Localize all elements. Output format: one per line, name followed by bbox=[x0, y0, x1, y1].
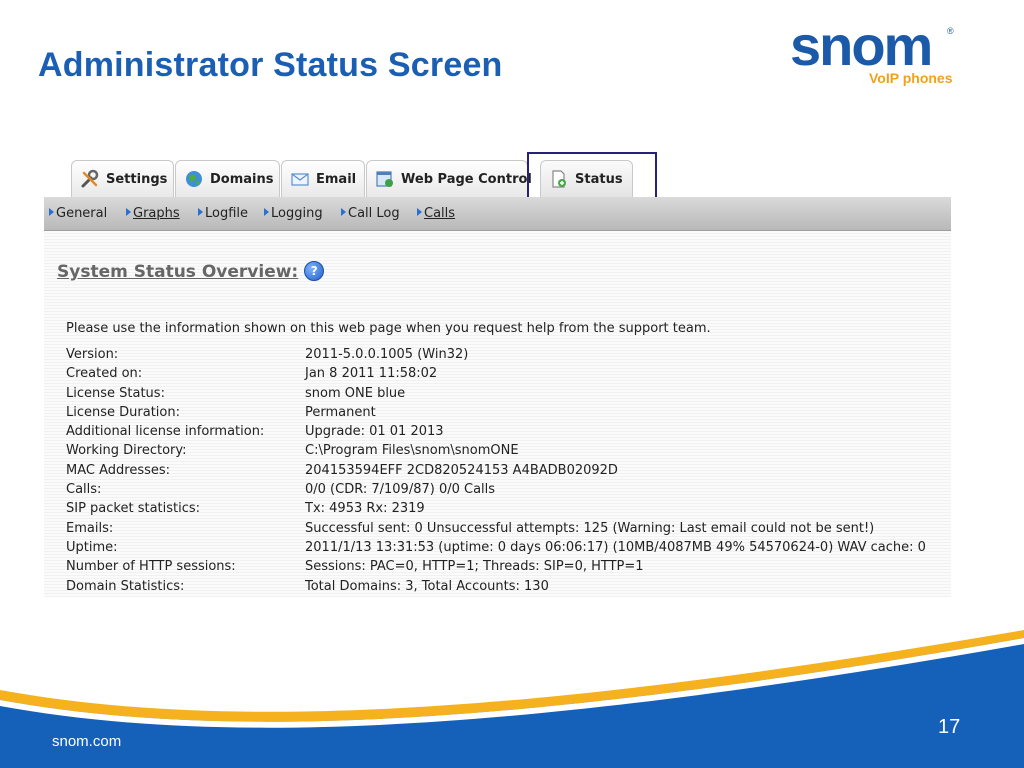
envelope-icon bbox=[290, 169, 310, 189]
status-row: MAC Addresses: 204153594EFF 2CD820524153 … bbox=[66, 463, 946, 482]
status-row-label: Emails: bbox=[66, 520, 114, 536]
status-row-label: Domain Statistics: bbox=[66, 578, 185, 594]
status-row-value: 2011-5.0.0.1005 (Win32) bbox=[305, 347, 469, 362]
subnav-general[interactable]: General bbox=[49, 206, 107, 221]
status-row-label: Calls: bbox=[66, 482, 102, 498]
tab-label: Settings bbox=[106, 171, 168, 187]
status-row-label: License Duration: bbox=[66, 404, 180, 420]
status-row-value: 204153594EFF 2CD820524153 A4BADB02092D bbox=[305, 462, 618, 478]
status-row-value: Jan 8 2011 11:58:02 bbox=[305, 366, 438, 382]
tab-domains[interactable]: Domains bbox=[175, 160, 280, 197]
status-row-value: 2011/1/13 13:31:53 (uptime: 0 days 06:06… bbox=[305, 539, 926, 555]
status-row-value: snom ONE blue bbox=[305, 385, 406, 401]
status-row-label: SIP packet statistics: bbox=[66, 501, 201, 517]
triangle-right-icon bbox=[49, 208, 54, 216]
status-row: Additional license information: Upgrade: … bbox=[66, 424, 946, 443]
triangle-right-icon bbox=[264, 208, 269, 216]
status-row: Uptime: 2011/1/13 13:31:53 (uptime: 0 day… bbox=[66, 540, 946, 559]
logo-registered-mark: ® bbox=[947, 26, 954, 36]
footer-swoosh bbox=[0, 630, 1024, 768]
logo-tagline: VoIP phones bbox=[869, 70, 953, 86]
globe-icon bbox=[184, 169, 204, 189]
status-row-label: License Status: bbox=[66, 385, 165, 401]
main-tab-bar: Settings Domains Email Web Page Control … bbox=[44, 150, 951, 197]
triangle-right-icon bbox=[417, 208, 422, 216]
status-row-value: C:\Program Files\snom\snomONE bbox=[305, 443, 519, 459]
logo-wordmark: snom bbox=[790, 14, 933, 77]
status-row-label: Additional license information: bbox=[66, 424, 265, 440]
triangle-right-icon bbox=[341, 208, 346, 216]
status-row-label: Created on: bbox=[66, 366, 143, 382]
tab-settings[interactable]: Settings bbox=[71, 160, 174, 197]
subnav-graphs[interactable]: Graphs bbox=[126, 206, 180, 221]
footer-url: snom.com bbox=[52, 733, 122, 750]
status-row: SIP packet statistics: Tx: 4953 Rx: 2319 bbox=[66, 501, 946, 520]
status-row: Emails: Successful sent: 0 Unsuccessful a… bbox=[66, 521, 946, 540]
status-row: Domain Statistics: Total Domains: 3, Tota… bbox=[66, 579, 946, 598]
status-row-value: 0/0 (CDR: 7/109/87) 0/0 Calls bbox=[305, 482, 496, 498]
status-row: Created on: Jan 8 2011 11:58:02 bbox=[66, 366, 946, 385]
tab-label: Email bbox=[316, 171, 357, 187]
status-row: License Duration: Permanent bbox=[66, 405, 946, 424]
snom-logo: snom ® VoIP phones bbox=[790, 18, 980, 94]
page-number: 17 bbox=[938, 716, 961, 738]
web-page-icon bbox=[375, 169, 395, 189]
status-row: Calls: 0/0 (CDR: 7/109/87) 0/0 Calls bbox=[66, 482, 946, 501]
status-row: Version: 2011-5.0.0.1005 (Win32) bbox=[66, 347, 946, 366]
status-row-value: Sessions: PAC=0, HTTP=1; Threads: SIP=0,… bbox=[305, 559, 644, 575]
tab-web-page-control[interactable]: Web Page Control bbox=[366, 160, 532, 197]
status-info-table: Version: 2011-5.0.0.1005 (Win32) Created o… bbox=[66, 347, 946, 598]
status-row-value: Total Domains: 3, Total Accounts: 130 bbox=[305, 578, 549, 594]
status-row: Working Directory: C:\Program Files\snom\… bbox=[66, 443, 946, 462]
status-row-label: Working Directory: bbox=[66, 443, 187, 459]
status-intro-text: Please use the information shown on this… bbox=[66, 321, 711, 336]
status-row-label: Uptime: bbox=[66, 539, 118, 555]
wrench-icon bbox=[80, 169, 100, 189]
tab-label: Web Page Control bbox=[401, 171, 532, 187]
status-row: License Status: snom ONE blue bbox=[66, 386, 946, 405]
status-row-label: Version: bbox=[66, 347, 119, 362]
tab-label: Domains bbox=[210, 171, 274, 187]
slide-title: Administrator Status Screen bbox=[38, 46, 503, 84]
help-icon[interactable]: ? bbox=[304, 261, 325, 281]
status-row-value: Successful sent: 0 Unsuccessful attempts… bbox=[305, 520, 875, 536]
subnav-calls[interactable]: Calls bbox=[417, 206, 455, 221]
subnav-call-log[interactable]: Call Log bbox=[341, 206, 400, 221]
triangle-right-icon bbox=[126, 208, 131, 216]
tab-email[interactable]: Email bbox=[281, 160, 365, 197]
status-row-label: MAC Addresses: bbox=[66, 462, 171, 478]
subnav-logfile[interactable]: Logfile bbox=[198, 206, 248, 221]
status-row-value: Tx: 4953 Rx: 2319 bbox=[305, 501, 425, 517]
status-overview-title: System Status Overview: bbox=[57, 262, 299, 282]
subnav-logging[interactable]: Logging bbox=[264, 206, 323, 221]
status-row-value: Permanent bbox=[305, 404, 376, 420]
status-content-panel: System Status Overview:? Please use the … bbox=[44, 231, 951, 597]
sub-nav-bar: General Graphs Logfile Logging Call Log … bbox=[44, 197, 951, 231]
status-row-label: Number of HTTP sessions: bbox=[66, 559, 236, 575]
status-row: Number of HTTP sessions: Sessions: PAC=0,… bbox=[66, 559, 946, 578]
status-overview-heading: System Status Overview:? bbox=[57, 261, 325, 282]
triangle-right-icon bbox=[198, 208, 203, 216]
status-row-value: Upgrade: 01 01 2013 bbox=[305, 424, 444, 440]
